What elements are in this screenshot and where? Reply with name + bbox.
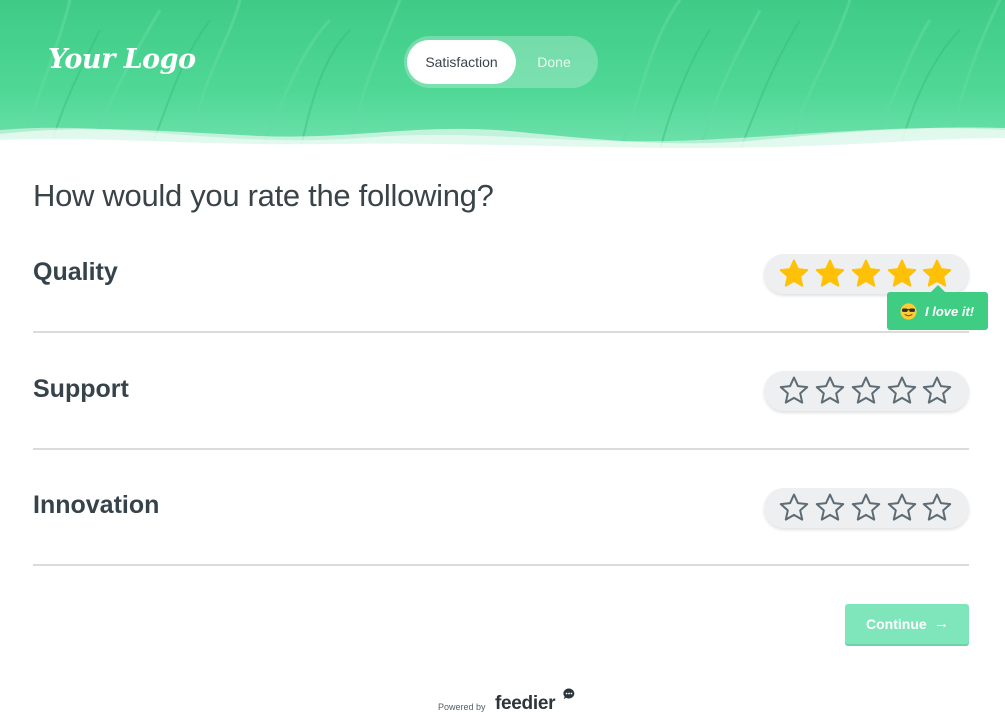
continue-button[interactable]: Continue → [845,604,969,644]
step-done[interactable]: Done [524,40,584,84]
feedier-logo-text: feedier [495,693,556,712]
continue-label: Continue [866,616,927,632]
powered-by-text: Powered by [438,702,486,712]
chat-bubble-icon [563,688,575,700]
row-label-innovation: Innovation [33,491,160,519]
star-empty-icon[interactable] [814,375,846,407]
star-empty-icon[interactable] [886,492,918,524]
star-empty-icon[interactable] [814,492,846,524]
step-satisfaction[interactable]: Satisfaction [407,40,516,84]
sunglasses-emoji-icon [900,303,917,320]
header-banner: Your Logo Satisfaction Done [0,0,1005,150]
star-filled-icon[interactable] [886,258,918,290]
rating-row-quality: Quality [33,216,969,333]
arrow-right-icon: → [934,615,949,632]
star-empty-icon[interactable] [886,375,918,407]
brand-logo: Your Logo [48,44,196,75]
tooltip-text: I love it! [925,304,975,319]
rating-tooltip: I love it! [887,285,988,330]
progress-steps: Satisfaction Done [404,36,598,88]
star-empty-icon[interactable] [921,375,953,407]
powered-by-footer[interactable]: Powered by feedier [438,688,578,712]
row-label-quality: Quality [33,258,118,286]
question-title: How would you rate the following? [33,178,494,213]
star-filled-icon[interactable] [850,258,882,290]
rating-row-innovation: Innovation [33,449,969,566]
star-empty-icon[interactable] [921,492,953,524]
star-filled-icon[interactable] [814,258,846,290]
star-empty-icon[interactable] [850,492,882,524]
rating-row-support: Support [33,333,969,450]
star-rating-innovation[interactable] [764,488,969,528]
star-empty-icon[interactable] [778,492,810,524]
star-empty-icon[interactable] [850,375,882,407]
row-label-support: Support [33,375,129,403]
star-filled-icon[interactable] [778,258,810,290]
wave-divider [0,127,1005,150]
star-empty-icon[interactable] [778,375,810,407]
star-rating-support[interactable] [764,371,969,411]
